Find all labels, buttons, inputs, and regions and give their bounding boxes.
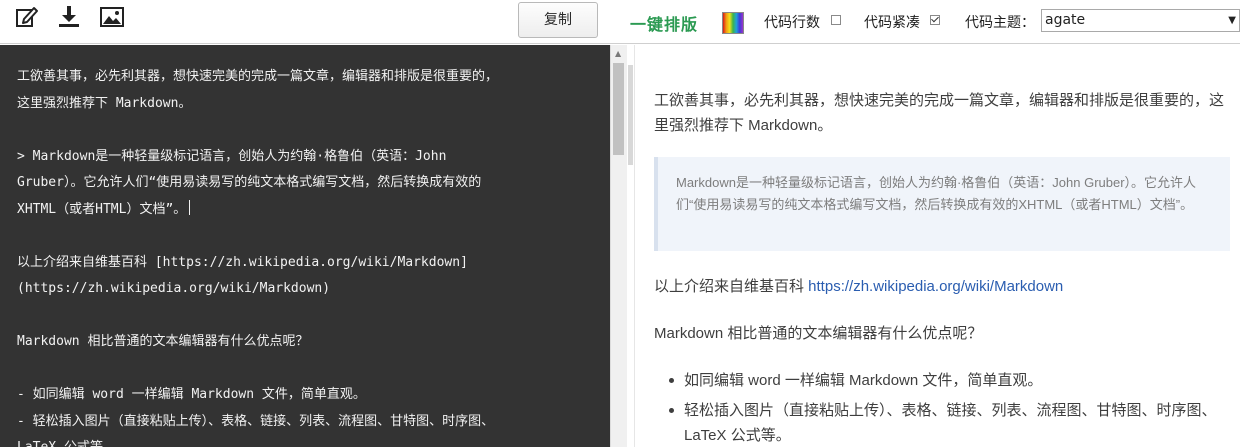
color-palette-icon[interactable]: [722, 12, 744, 34]
editor-line: 工欲善其事，必先利其器，想快速完美的完成一篇文章，编辑器和排版是很重要的，: [17, 69, 499, 84]
editor-scroll-thumb[interactable]: [613, 63, 624, 155]
compact-code-checkbox[interactable]: [930, 15, 940, 25]
markdown-editor[interactable]: 工欲善其事，必先利其器，想快速完美的完成一篇文章，编辑器和排版是很重要的， 这里…: [0, 45, 610, 447]
list-item: 如同编辑 word 一样编辑 Markdown 文件，简单直观。: [684, 372, 1043, 389]
preview-scrollbar[interactable]: [627, 45, 635, 447]
line-numbers-label: 代码行数: [764, 15, 820, 31]
scroll-up-icon[interactable]: ▲: [615, 49, 621, 58]
editor-text[interactable]: 工欲善其事，必先利其器，想快速完美的完成一篇文章，编辑器和排版是很重要的， 这里…: [17, 64, 597, 447]
editor-line: > Markdown是一种轻量级标记语言，创始人为约翰·格鲁伯（英语：John: [17, 148, 447, 164]
preview-source-paragraph: 以上介绍来自维基百科 https://zh.wikipedia.org/wiki…: [654, 274, 1224, 299]
editor-line: Gruber）。它允许人们“使用易读易写的纯文本格式编写文档，然后转换成有效的: [17, 175, 482, 190]
code-theme-select[interactable]: agate ▼: [1041, 9, 1240, 32]
editor-line-text: XHTML（或者HTML）文档”。: [17, 201, 187, 217]
wikipedia-link[interactable]: https://zh.wikipedia.org/wiki/Markdown: [808, 278, 1063, 295]
preview-scroll-thumb[interactable]: [628, 65, 633, 165]
line-numbers-checkbox[interactable]: [831, 15, 841, 25]
editor-line: 以上介绍来自维基百科 [https://zh.wikipedia.org/wik…: [17, 254, 468, 270]
editor-line: - 如同编辑 word 一样编辑 Markdown 文件，简单直观。: [17, 387, 366, 402]
editor-scrollbar[interactable]: ▲: [610, 45, 627, 447]
edit-icon[interactable]: [14, 4, 40, 30]
editor-line: XHTML（或者HTML）文档”。: [17, 197, 597, 224]
preview-question-paragraph: Markdown 相比普通的文本编辑器有什么优点呢？: [654, 325, 983, 342]
preview-intro-paragraph: 工欲善其事，必先利其器，想快速完美的完成一篇文章，编辑器和排版是很重要的，这里强…: [654, 92, 1225, 134]
list-item: 轻松插入图片（直接粘贴上传）、表格、链接、列表、流程图、甘特图、时序图、LaTe…: [684, 402, 1217, 444]
preview-pane: 工欲善其事，必先利其器，想快速完美的完成一篇文章，编辑器和排版是很重要的，这里强…: [635, 45, 1240, 447]
one-click-format-button[interactable]: 一键排版: [630, 11, 698, 35]
editor-line: 这里强烈推荐下 Markdown。: [17, 95, 192, 111]
list-bullet: [669, 408, 674, 413]
editor-line: Markdown 相比普通的文本编辑器有什么优点呢？: [17, 334, 309, 349]
chevron-down-icon: ▼: [1228, 15, 1236, 26]
list-bullet: [669, 378, 674, 383]
download-icon[interactable]: [56, 4, 82, 30]
image-icon[interactable]: [99, 4, 125, 30]
code-theme-label: 代码主题：: [965, 15, 1035, 31]
editor-line: LaTeX 公式等。: [17, 435, 597, 447]
preview-blockquote: Markdown是一种轻量级标记语言，创始人为约翰·格鲁伯（英语：John Gr…: [654, 157, 1230, 251]
toolbar: 复制 一键排版 代码行数 代码紧凑 代码主题： agate ▼: [0, 0, 1240, 44]
code-theme-value: agate: [1045, 12, 1086, 28]
compact-code-label: 代码紧凑: [864, 15, 920, 31]
editor-line: (https://zh.wikipedia.org/wiki/Markdown): [17, 281, 331, 296]
editor-line: - 轻松插入图片（直接粘贴上传）、表格、链接、列表、流程图、甘特图、时序图、: [17, 413, 495, 429]
blockquote-text: Markdown是一种轻量级标记语言，创始人为约翰·格鲁伯（英语：John Gr…: [676, 175, 1197, 212]
text-caret: [189, 199, 191, 215]
copy-button[interactable]: 复制: [518, 2, 598, 38]
source-prefix: 以上介绍来自维基百科: [654, 278, 809, 295]
